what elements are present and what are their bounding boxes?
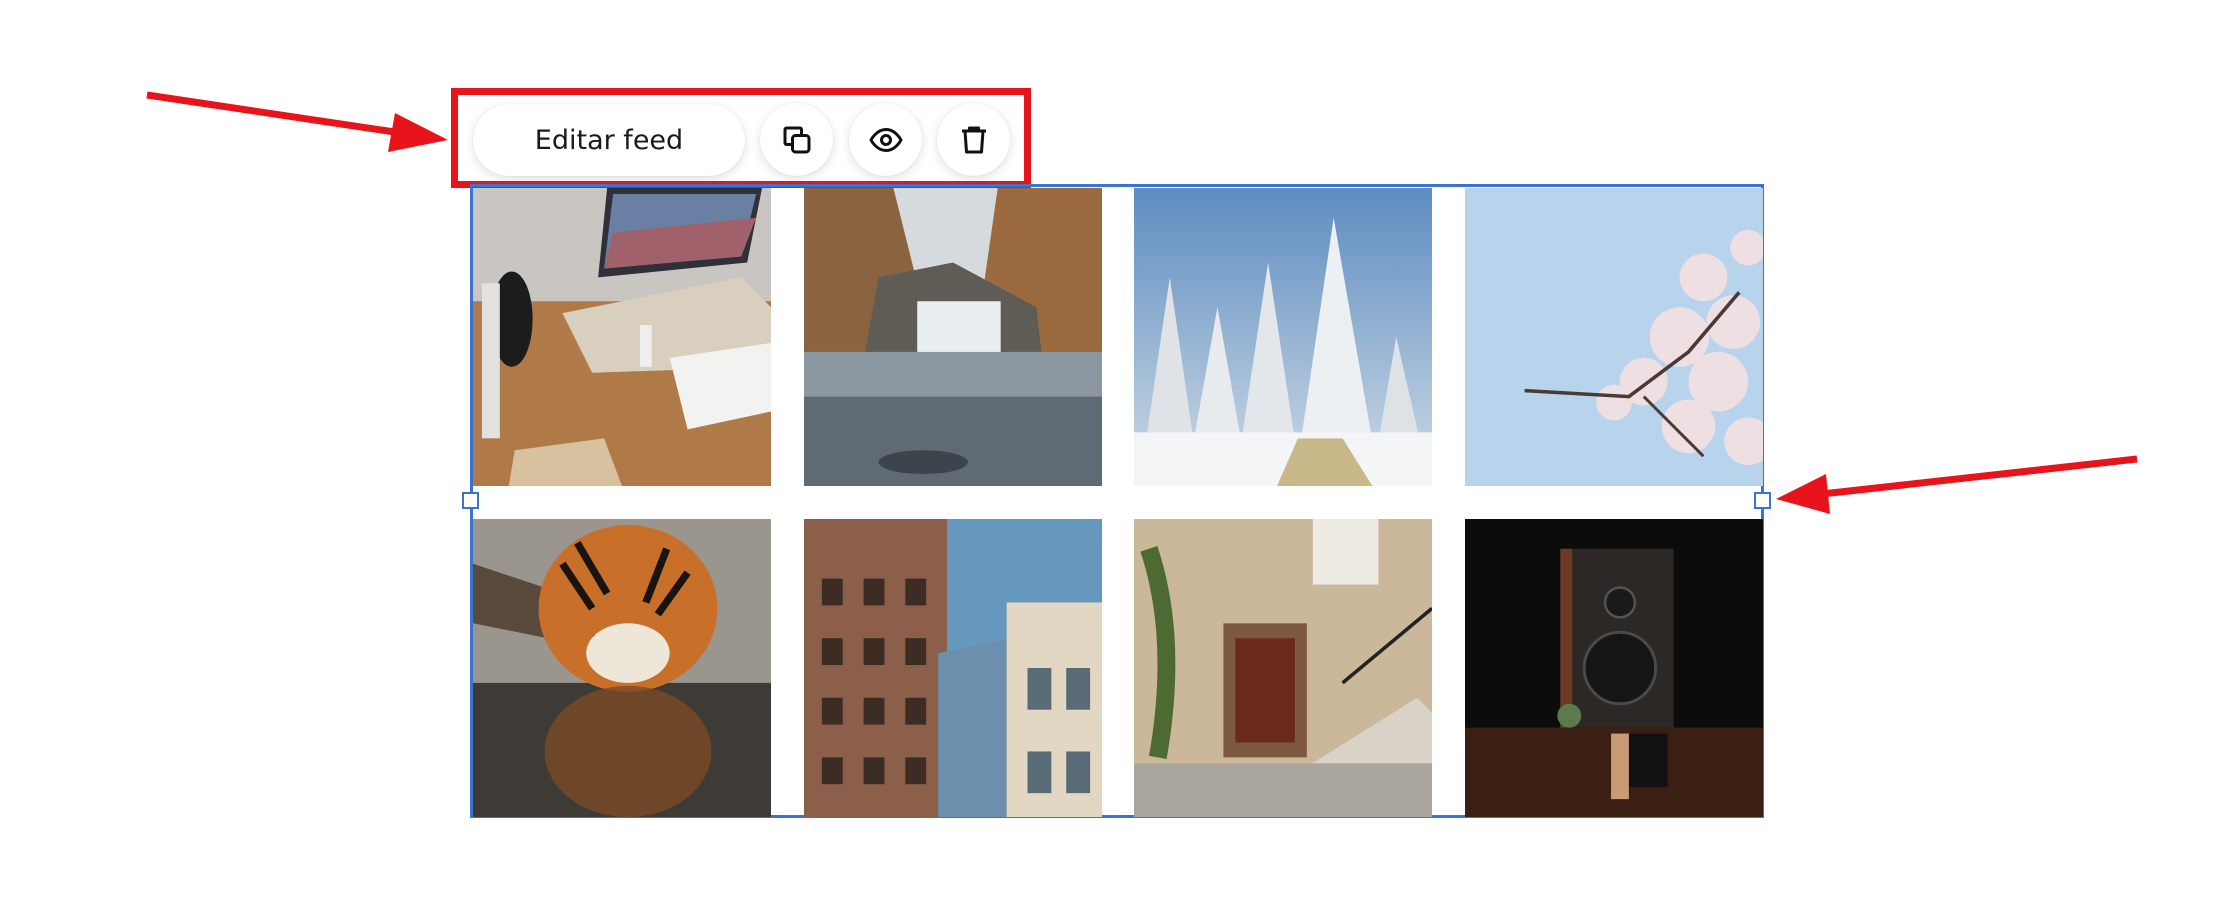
left-arrow — [146, 91, 448, 152]
snowy-pines-photo[interactable] — [1134, 188, 1432, 486]
city-buildings-photo[interactable] — [804, 519, 1102, 817]
waterfall-photo[interactable] — [804, 188, 1102, 486]
annotation-box — [451, 88, 1031, 188]
speaker-photo[interactable] — [1465, 519, 1763, 817]
resize-handle-left[interactable] — [462, 492, 479, 509]
right-arrow — [1776, 455, 2138, 514]
cherry-blossom-photo[interactable] — [1465, 188, 1763, 486]
resize-handle-right[interactable] — [1754, 492, 1771, 509]
tiger-photo[interactable] — [473, 519, 771, 817]
laptop-desk-photo[interactable] — [473, 188, 771, 486]
stone-house-photo[interactable] — [1134, 519, 1432, 817]
